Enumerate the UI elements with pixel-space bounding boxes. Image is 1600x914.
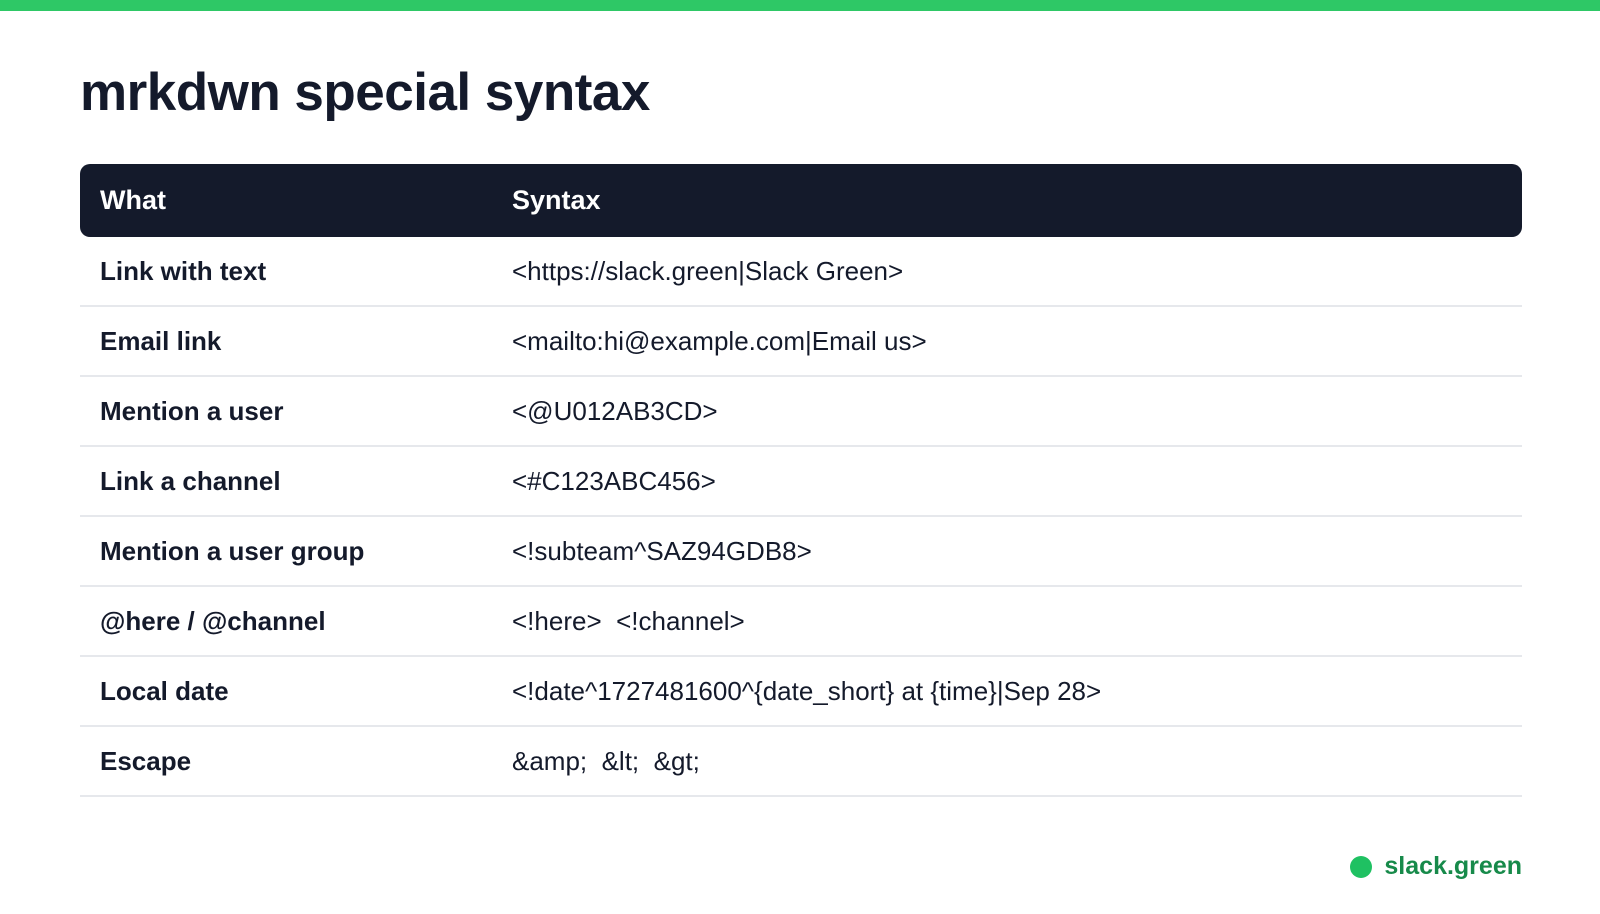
table-row: Link with text <https://slack.green|Slac… bbox=[80, 237, 1522, 307]
syntax-table: What Syntax Link with text <https://slac… bbox=[80, 164, 1522, 797]
row-syntax: &amp; &lt; &gt; bbox=[512, 745, 700, 776]
row-label: Mention a user bbox=[100, 395, 284, 426]
table-row: Mention a user <@U012AB3CD> bbox=[80, 377, 1522, 447]
row-label: Local date bbox=[100, 675, 229, 706]
column-header-what: What bbox=[100, 185, 166, 215]
brand-dot-icon bbox=[1350, 855, 1373, 878]
row-syntax: <mailto:hi@example.com|Email us> bbox=[512, 325, 927, 356]
row-syntax: <https://slack.green|Slack Green> bbox=[512, 255, 904, 286]
row-syntax: <#C123ABC456> bbox=[512, 465, 716, 496]
row-label: Link a channel bbox=[100, 465, 281, 496]
footer-brand: slack.green bbox=[1350, 852, 1522, 881]
table-row: Mention a user group <!subteam^SAZ94GDB8… bbox=[80, 517, 1522, 587]
row-label: Escape bbox=[100, 745, 192, 776]
row-label: Mention a user group bbox=[100, 535, 365, 566]
table-header: What Syntax bbox=[80, 164, 1522, 237]
row-syntax: <@U012AB3CD> bbox=[512, 395, 718, 426]
row-syntax: <!date^1727481600^{date_short} at {time}… bbox=[512, 675, 1102, 706]
brand-name: slack.green bbox=[1384, 852, 1522, 880]
row-label: Email link bbox=[100, 325, 222, 356]
table-row: Link a channel <#C123ABC456> bbox=[80, 447, 1522, 517]
table-row: Escape &amp; &lt; &gt; bbox=[80, 727, 1522, 797]
table-row: Local date <!date^1727481600^{date_short… bbox=[80, 657, 1522, 727]
row-syntax: <!subteam^SAZ94GDB8> bbox=[512, 535, 812, 566]
table-row: @here / @channel <!here> <!channel> bbox=[80, 587, 1522, 657]
top-accent-bar bbox=[0, 0, 1600, 11]
row-label: Link with text bbox=[100, 255, 267, 286]
column-header-syntax: Syntax bbox=[512, 185, 601, 215]
row-syntax: <!here> <!channel> bbox=[512, 605, 745, 636]
page-title: mrkdwn special syntax bbox=[80, 63, 650, 122]
row-label: @here / @channel bbox=[100, 605, 326, 636]
table-row: Email link <mailto:hi@example.com|Email … bbox=[80, 307, 1522, 377]
